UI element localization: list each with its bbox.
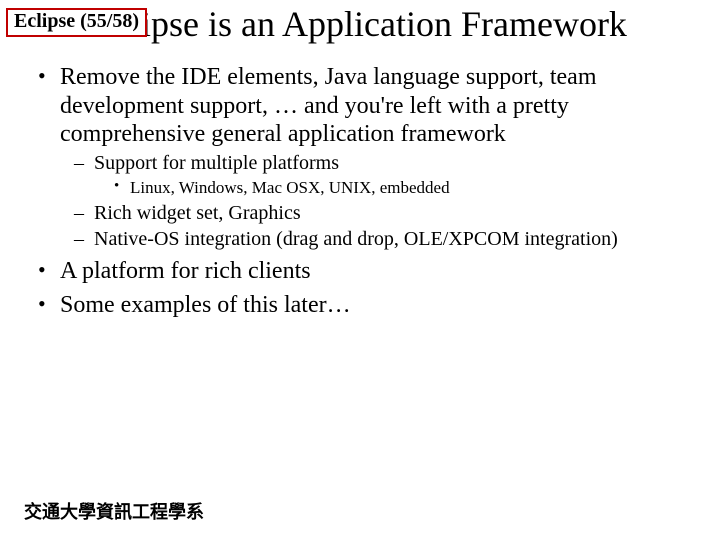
bullet-item: Support for multiple platforms Linux, Wi… (72, 152, 686, 198)
footer-text: 交通大學資訊工程學系 (24, 498, 204, 524)
bullet-list-level3: Linux, Windows, Mac OSX, UNIX, embedded (114, 178, 686, 198)
bullet-text: Some examples of this later… (60, 292, 351, 318)
bullet-text: Rich widget set, Graphics (94, 202, 301, 224)
slide-number-badge: Eclipse (55/58) (6, 8, 147, 37)
bullet-item: Rich widget set, Graphics (72, 202, 686, 226)
bullet-list-level2: Support for multiple platforms Linux, Wi… (72, 152, 686, 251)
bullet-text: Support for multiple platforms (94, 152, 339, 174)
bullet-text: Remove the IDE elements, Java language s… (60, 64, 597, 147)
bullet-item: Some examples of this later… (34, 291, 686, 319)
slide-title: Eclipse is an Application Framework (60, 4, 660, 45)
bullet-item: Linux, Windows, Mac OSX, UNIX, embedded (114, 178, 686, 198)
bullet-text: Linux, Windows, Mac OSX, UNIX, embedded (130, 178, 450, 197)
bullet-item: Remove the IDE elements, Java language s… (34, 63, 686, 251)
bullet-text: A platform for rich clients (60, 258, 311, 284)
bullet-list-level1: Remove the IDE elements, Java language s… (34, 63, 686, 319)
bullet-text: Native-OS integration (drag and drop, OL… (94, 228, 618, 250)
bullet-item: A platform for rich clients (34, 257, 686, 285)
bullet-item: Native-OS integration (drag and drop, OL… (72, 228, 686, 252)
slide-content: Remove the IDE elements, Java language s… (34, 63, 686, 319)
